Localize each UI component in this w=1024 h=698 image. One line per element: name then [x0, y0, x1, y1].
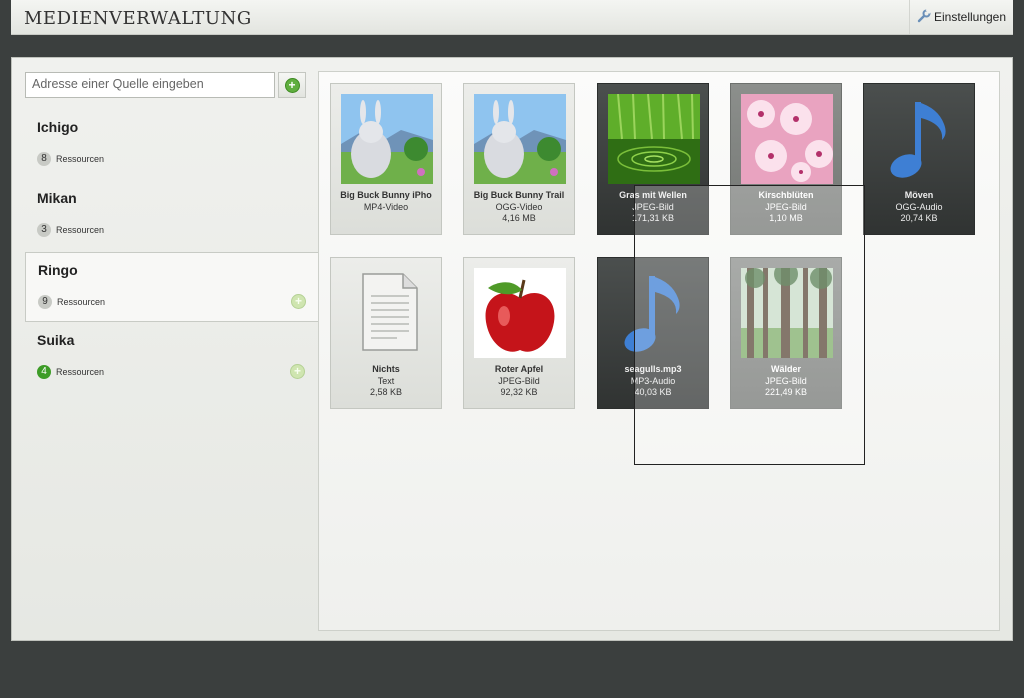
- media-tile[interactable]: Roter Apfel JPEG-Bild 92,32 KB: [463, 257, 575, 409]
- media-size: 4,16 MB: [502, 213, 536, 223]
- media-name: Möven: [904, 190, 934, 200]
- bunny-thumbnail: [474, 94, 566, 184]
- media-tile[interactable]: Big Buck Bunny iPho MP4-Video: [330, 83, 442, 235]
- media-tile[interactable]: Nichts Text 2,58 KB: [330, 257, 442, 409]
- resource-label: Ressourcen: [56, 154, 105, 164]
- media-size: 2,58 KB: [369, 387, 403, 397]
- resource-label: Ressourcen: [56, 225, 105, 235]
- selection-rectangle: [634, 185, 865, 465]
- add-source-button[interactable]: +: [278, 72, 306, 98]
- media-name: Big Buck Bunny Trail: [473, 190, 565, 200]
- document-icon: [341, 268, 433, 358]
- media-tile[interactable]: Big Buck Bunny Trail OGG-Video 4,16 MB: [463, 83, 575, 235]
- resource-label: Ressourcen: [57, 297, 106, 307]
- resource-label: Ressourcen: [56, 367, 105, 377]
- source-item-mikan[interactable]: Mikan 3 Ressourcen: [25, 181, 318, 251]
- count-badge: 8: [37, 152, 51, 166]
- source-address-input[interactable]: [26, 73, 272, 95]
- media-tile[interactable]: Möven OGG-Audio 20,74 KB: [863, 83, 975, 235]
- wrench-icon: [917, 7, 932, 26]
- source-item-ringo[interactable]: Ringo 9 Ressourcen +: [25, 252, 319, 322]
- media-type: JPEG-Bild: [498, 376, 540, 386]
- add-resource-icon[interactable]: +: [291, 294, 306, 309]
- media-type: Text: [377, 376, 395, 386]
- apple-thumbnail: [474, 268, 566, 358]
- media-name: Nichts: [372, 364, 400, 374]
- resource-count: 3 Ressourcen: [37, 223, 104, 237]
- media-size: 20,74 KB: [900, 213, 938, 223]
- media-size: 92,32 KB: [500, 387, 538, 397]
- count-badge: 3: [37, 223, 51, 237]
- count-badge: 9: [38, 295, 52, 309]
- top-bar: MEDIENVERWALTUNG Einstellungen: [11, 0, 1013, 35]
- media-name: Big Buck Bunny iPho: [340, 190, 432, 200]
- bunny-thumbnail: [341, 94, 433, 184]
- cherry-blossom-thumbnail: [741, 94, 833, 184]
- source-address-field[interactable]: [25, 72, 275, 98]
- source-name: Ringo: [38, 262, 78, 278]
- source-item-ichigo[interactable]: Ichigo 8 Ressourcen: [25, 110, 318, 180]
- settings-label: Einstellungen: [933, 10, 1007, 24]
- music-note-icon: [874, 94, 966, 184]
- resource-count: 9 Ressourcen: [38, 295, 105, 309]
- grass-thumbnail: [608, 94, 700, 184]
- source-name: Mikan: [37, 190, 77, 206]
- count-badge: 4: [37, 365, 51, 379]
- plus-icon: +: [284, 77, 300, 93]
- media-type: OGG-Video: [495, 202, 543, 212]
- settings-button[interactable]: Einstellungen: [909, 0, 1013, 34]
- media-name: Roter Apfel: [494, 364, 544, 374]
- source-item-suika[interactable]: Suika 4 Ressourcen +: [25, 323, 318, 393]
- source-name: Suika: [37, 332, 75, 348]
- app-title: MEDIENVERWALTUNG: [24, 8, 252, 29]
- resource-count: 4 Ressourcen: [37, 365, 104, 379]
- add-resource-icon[interactable]: +: [290, 364, 305, 379]
- media-type: OGG-Audio: [895, 202, 943, 212]
- source-name: Ichigo: [37, 119, 79, 135]
- media-type: MP4-Video: [363, 202, 409, 212]
- resource-count: 8 Ressourcen: [37, 152, 104, 166]
